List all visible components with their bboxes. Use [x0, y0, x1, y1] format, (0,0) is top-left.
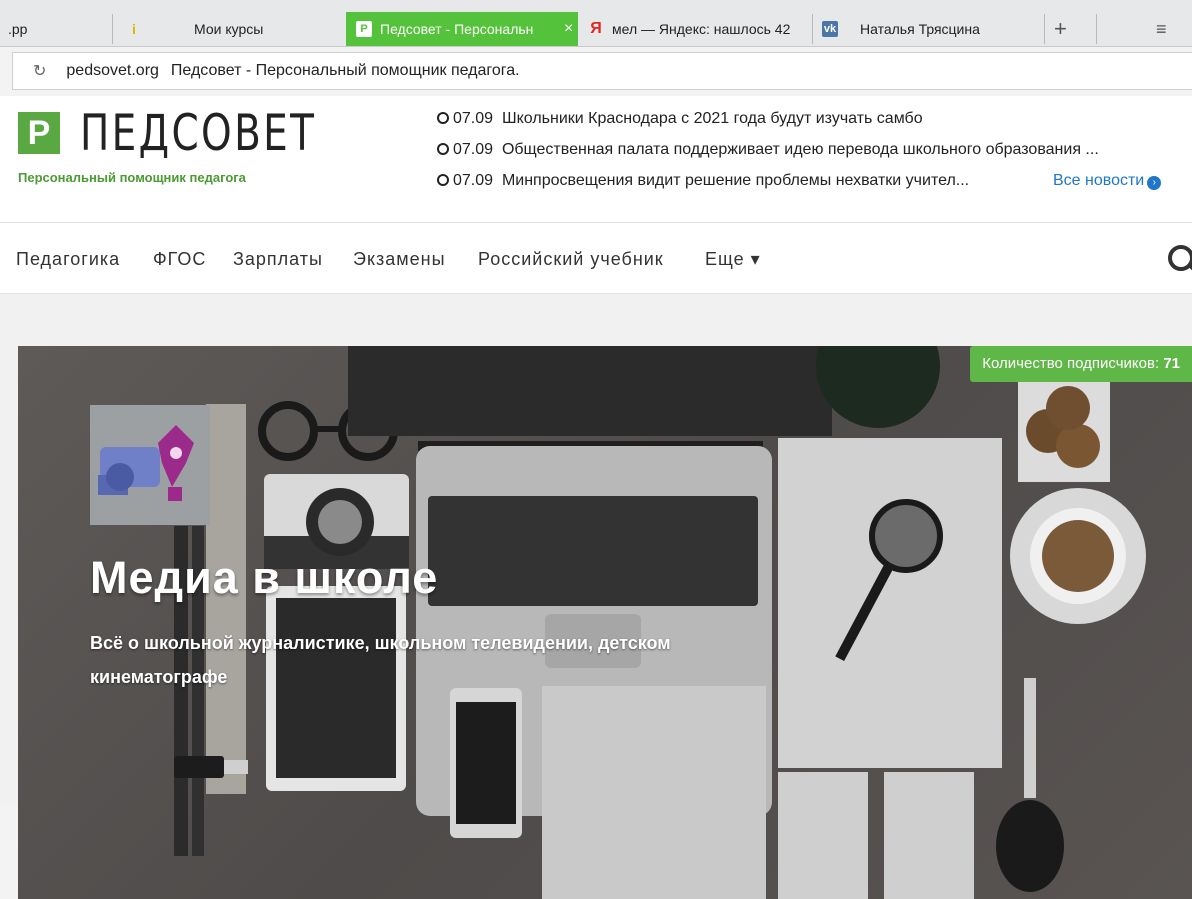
vk-icon: vk — [822, 21, 838, 37]
site-header: P ПЕДСОВЕТ Персональный помощник педагог… — [0, 96, 1192, 223]
news-text[interactable]: Школьники Краснодара с 2021 года будут и… — [502, 110, 923, 127]
tab-app[interactable]: .pp — [8, 12, 108, 46]
hamburger-icon: ≡ — [1156, 18, 1167, 39]
info-icon: i — [132, 21, 136, 37]
nav-item-textbook[interactable]: Российский учебник — [478, 249, 664, 270]
yandex-icon: Я — [590, 20, 602, 37]
banner-title: Медиа в школе — [90, 552, 439, 603]
tab-label: Мои курсы — [194, 21, 264, 37]
arrow-right-icon: › — [1147, 176, 1162, 190]
clock-icon — [437, 112, 449, 124]
address-page-title: Педсовет - Персональный помощник педагог… — [170, 62, 520, 79]
reload-icon[interactable]: ↻ — [33, 61, 46, 81]
all-news-link[interactable]: Все новости › — [1053, 172, 1162, 190]
website: P ПЕДСОВЕТ Персональный помощник педагог… — [0, 96, 1192, 899]
subscribers-badge: Количество подписчиков: 71 — [970, 346, 1192, 382]
close-tab-icon[interactable]: × — [564, 20, 573, 38]
news-text[interactable]: Минпросвещения видит решение проблемы не… — [502, 172, 969, 189]
nav-item-more[interactable]: Еще ▾ — [705, 249, 761, 270]
subscribers-label: Количество подписчиков: — [982, 355, 1160, 372]
tab-my-courses[interactable]: i Мои курсы — [126, 12, 340, 46]
banner-subtitle: Всё о школьной журналистике, школьном те… — [90, 633, 671, 687]
site-tagline: Персональный помощник педагога — [18, 170, 246, 185]
tab-yandex[interactable]: Я мел — Яндекс: нашлось 42 — [588, 12, 810, 46]
tab-separator — [112, 14, 113, 44]
site-logo-text[interactable]: ПЕДСОВЕТ — [80, 104, 316, 162]
tab-label: мел — Яндекс: нашлось 42 — [612, 21, 791, 37]
search-icon[interactable] — [1168, 245, 1192, 271]
plus-icon: + — [1054, 16, 1067, 41]
tab-label: Наталья Трясцина — [860, 21, 980, 37]
tab-vk[interactable]: vk Наталья Трясцина — [822, 12, 1042, 46]
news-date: 07.09 — [453, 110, 494, 127]
pedsovet-icon: P — [356, 21, 372, 37]
news-date: 07.09 — [453, 141, 494, 158]
clock-icon — [437, 143, 449, 155]
tab-pedsovet[interactable]: P Педсовет - Персональн × — [346, 12, 578, 46]
news-item[interactable]: 07.09 Школьники Краснодара с 2021 года б… — [437, 110, 923, 128]
tab-separator — [812, 14, 813, 44]
subscribers-count: 71 — [1163, 355, 1180, 372]
news-item[interactable]: 07.09 Минпросвещения видит решение пробл… — [437, 172, 969, 190]
tab-label: Педсовет - Персональн — [380, 21, 534, 37]
tab-label: .pp — [8, 21, 28, 37]
media-category-icon — [90, 405, 210, 525]
nav-item-pedagogy[interactable]: Педагогика — [16, 249, 120, 270]
all-news-label: Все новости — [1053, 172, 1145, 189]
nav-item-fgos[interactable]: ФГОС — [153, 249, 206, 270]
news-item[interactable]: 07.09 Общественная палата поддерживает и… — [437, 141, 1099, 159]
tab-separator — [1096, 14, 1097, 44]
browser-tab-bar: .pp i Мои курсы P Педсовет - Персональн … — [0, 0, 1192, 47]
address-bar[interactable]: ↻ pedsovet.org Педсовет - Персональный п… — [12, 52, 1192, 90]
site-nav: Педагогика ФГОС Зарплаты Экзамены Россий… — [0, 223, 1192, 294]
nav-item-salaries[interactable]: Зарплаты — [233, 249, 323, 270]
nav-item-exams[interactable]: Экзамены — [353, 249, 446, 270]
new-tab-button[interactable]: + — [1054, 12, 1076, 46]
tab-separator — [1044, 14, 1045, 44]
clock-icon — [437, 174, 449, 186]
news-text[interactable]: Общественная палата поддерживает идею пе… — [502, 141, 1099, 158]
address-domain: pedsovet.org — [66, 62, 159, 79]
hero-banner: Количество подписчиков: 71 Медиа в школе… — [18, 346, 1192, 899]
browser-menu-button[interactable]: ≡ — [1156, 12, 1176, 46]
news-date: 07.09 — [453, 172, 494, 189]
video-camera-pen-icon — [98, 425, 194, 501]
pedsovet-logo-icon[interactable]: P — [18, 112, 60, 154]
